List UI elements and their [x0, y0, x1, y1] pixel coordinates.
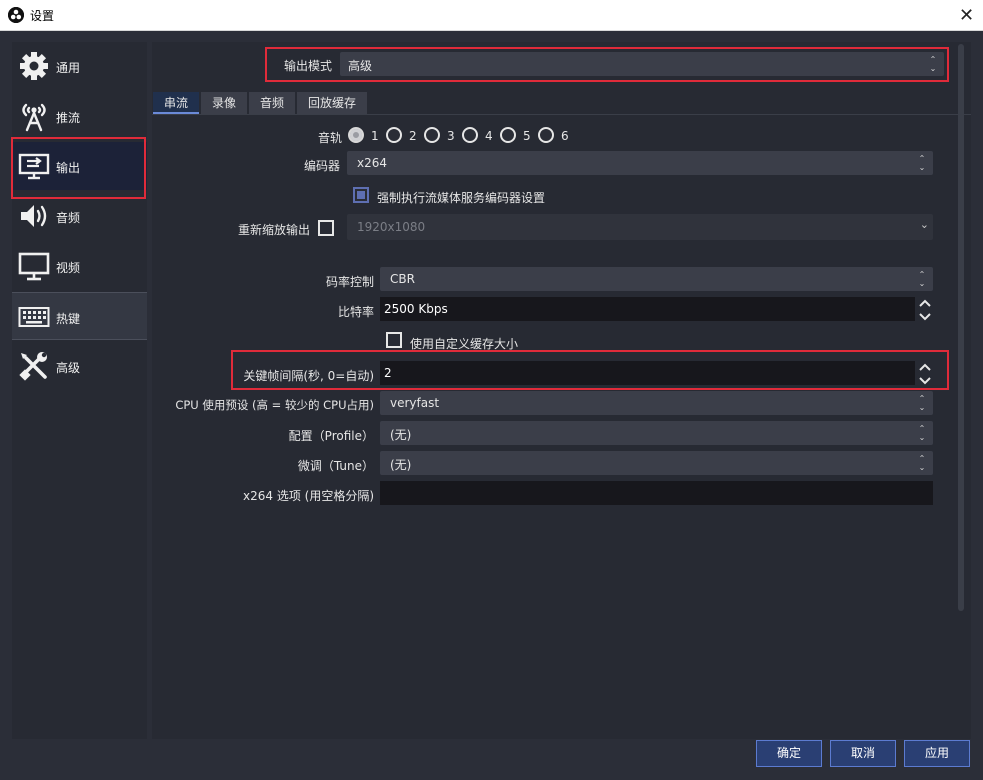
sidebar-item-advanced[interactable]: 高级 [12, 342, 147, 390]
apply-button[interactable]: 应用 [904, 740, 970, 767]
panel-scrollbar[interactable] [958, 44, 964, 611]
rescale-checkbox[interactable] [318, 220, 334, 236]
output-highlight-box [11, 137, 146, 199]
bitrate-value: 2500 Kbps [384, 302, 448, 316]
ok-button[interactable]: 确定 [756, 740, 822, 767]
bitrate-input[interactable]: 2500 Kbps [380, 297, 915, 321]
keyframe-highlight-box [231, 350, 949, 390]
sidebar-item-hotkeys[interactable]: 热键 [12, 292, 147, 340]
tab-recording[interactable]: 录像 [201, 92, 247, 114]
chevron-down-icon: ⌄ [919, 218, 929, 231]
tab-audio[interactable]: 音频 [249, 92, 295, 114]
tab-divider [152, 114, 971, 115]
updown-chevron-icon: ⌃ ⌄ [918, 424, 926, 442]
cpu-preset-label: CPU 使用预设 (高 = 较少的 CPU占用) [175, 398, 374, 412]
audio-track-label: 音轨 [317, 131, 342, 145]
sidebar-item-label: 音频 [56, 211, 81, 225]
sidebar-item-audio[interactable]: 音频 [12, 192, 147, 240]
track-2-label: 2 [409, 129, 417, 143]
keyboard-icon [18, 301, 50, 333]
monitor-icon [18, 250, 50, 282]
profile-label: 配置（Profile） [288, 429, 374, 443]
enforce-encoder-checkbox[interactable] [353, 187, 369, 203]
tab-replay-buffer[interactable]: 回放缓存 [297, 92, 367, 114]
enforce-encoder-label: 强制执行流媒体服务编码器设置 [377, 191, 546, 205]
profile-select[interactable]: (无) ⌃ ⌄ [380, 421, 933, 445]
track-3-label: 3 [447, 129, 455, 143]
title-bar [0, 0, 983, 31]
output-mode-highlight-box [265, 47, 949, 82]
sidebar-item-label: 视频 [56, 261, 81, 275]
track-5-label: 5 [523, 129, 531, 143]
encoder-value: x264 [357, 156, 388, 170]
broadcast-antenna-icon [18, 100, 50, 132]
updown-chevron-icon: ⌃ ⌄ [918, 394, 926, 412]
sidebar-item-label: 高级 [56, 361, 81, 375]
close-button[interactable]: ✕ [950, 0, 983, 31]
custom-buffer-checkbox[interactable] [386, 332, 402, 348]
rate-control-select[interactable]: CBR ⌃ ⌄ [380, 267, 933, 291]
profile-value: (无) [390, 428, 412, 442]
bitrate-spinner[interactable] [916, 296, 934, 324]
window-title: 设置 [30, 9, 55, 23]
rate-control-value: CBR [390, 272, 415, 286]
track-5-radio[interactable] [500, 127, 516, 143]
rescale-resolution-value: 1920x1080 [357, 220, 426, 234]
sidebar-item-general[interactable]: 通用 [12, 42, 147, 90]
track-2-radio[interactable] [386, 127, 402, 143]
rescale-resolution-select[interactable]: 1920x1080 ⌄ [347, 214, 933, 240]
cpu-preset-select[interactable]: veryfast ⌃ ⌄ [380, 391, 933, 415]
updown-chevron-icon: ⌃ ⌄ [918, 454, 926, 472]
tune-label: 微调（Tune） [297, 459, 374, 473]
updown-chevron-icon: ⌃ ⌄ [918, 270, 926, 288]
tab-stream[interactable]: 串流 [153, 92, 199, 114]
sidebar-item-label: 通用 [56, 61, 81, 75]
encoder-label: 编码器 [303, 159, 340, 173]
cpu-preset-value: veryfast [390, 396, 440, 410]
track-1-label: 1 [371, 129, 379, 143]
tune-value: (无) [390, 458, 412, 472]
obs-logo-icon [8, 7, 24, 23]
track-4-label: 4 [485, 129, 493, 143]
sidebar-item-video[interactable]: 视频 [12, 242, 147, 290]
rate-control-label: 码率控制 [325, 275, 374, 289]
track-6-label: 6 [561, 129, 569, 143]
tools-icon [18, 350, 50, 382]
track-6-radio[interactable] [538, 127, 554, 143]
tune-select[interactable]: (无) ⌃ ⌄ [380, 451, 933, 475]
track-3-radio[interactable] [424, 127, 440, 143]
sidebar-item-label: 推流 [56, 111, 81, 125]
track-1-radio[interactable] [348, 127, 364, 143]
x264-options-label: x264 选项 (用空格分隔) [243, 489, 374, 503]
bitrate-label: 比特率 [337, 305, 374, 319]
updown-chevron-icon: ⌃ ⌄ [918, 154, 926, 172]
sidebar-item-label: 热键 [56, 312, 81, 326]
speaker-icon [18, 200, 50, 232]
track-4-radio[interactable] [462, 127, 478, 143]
cancel-button[interactable]: 取消 [830, 740, 896, 767]
x264-options-input[interactable] [380, 481, 933, 505]
encoder-select[interactable]: x264 ⌃ ⌄ [347, 151, 933, 175]
gear-icon [18, 50, 50, 82]
rescale-label: 重新缩放输出 [237, 223, 310, 237]
sidebar-item-stream[interactable]: 推流 [12, 92, 147, 140]
